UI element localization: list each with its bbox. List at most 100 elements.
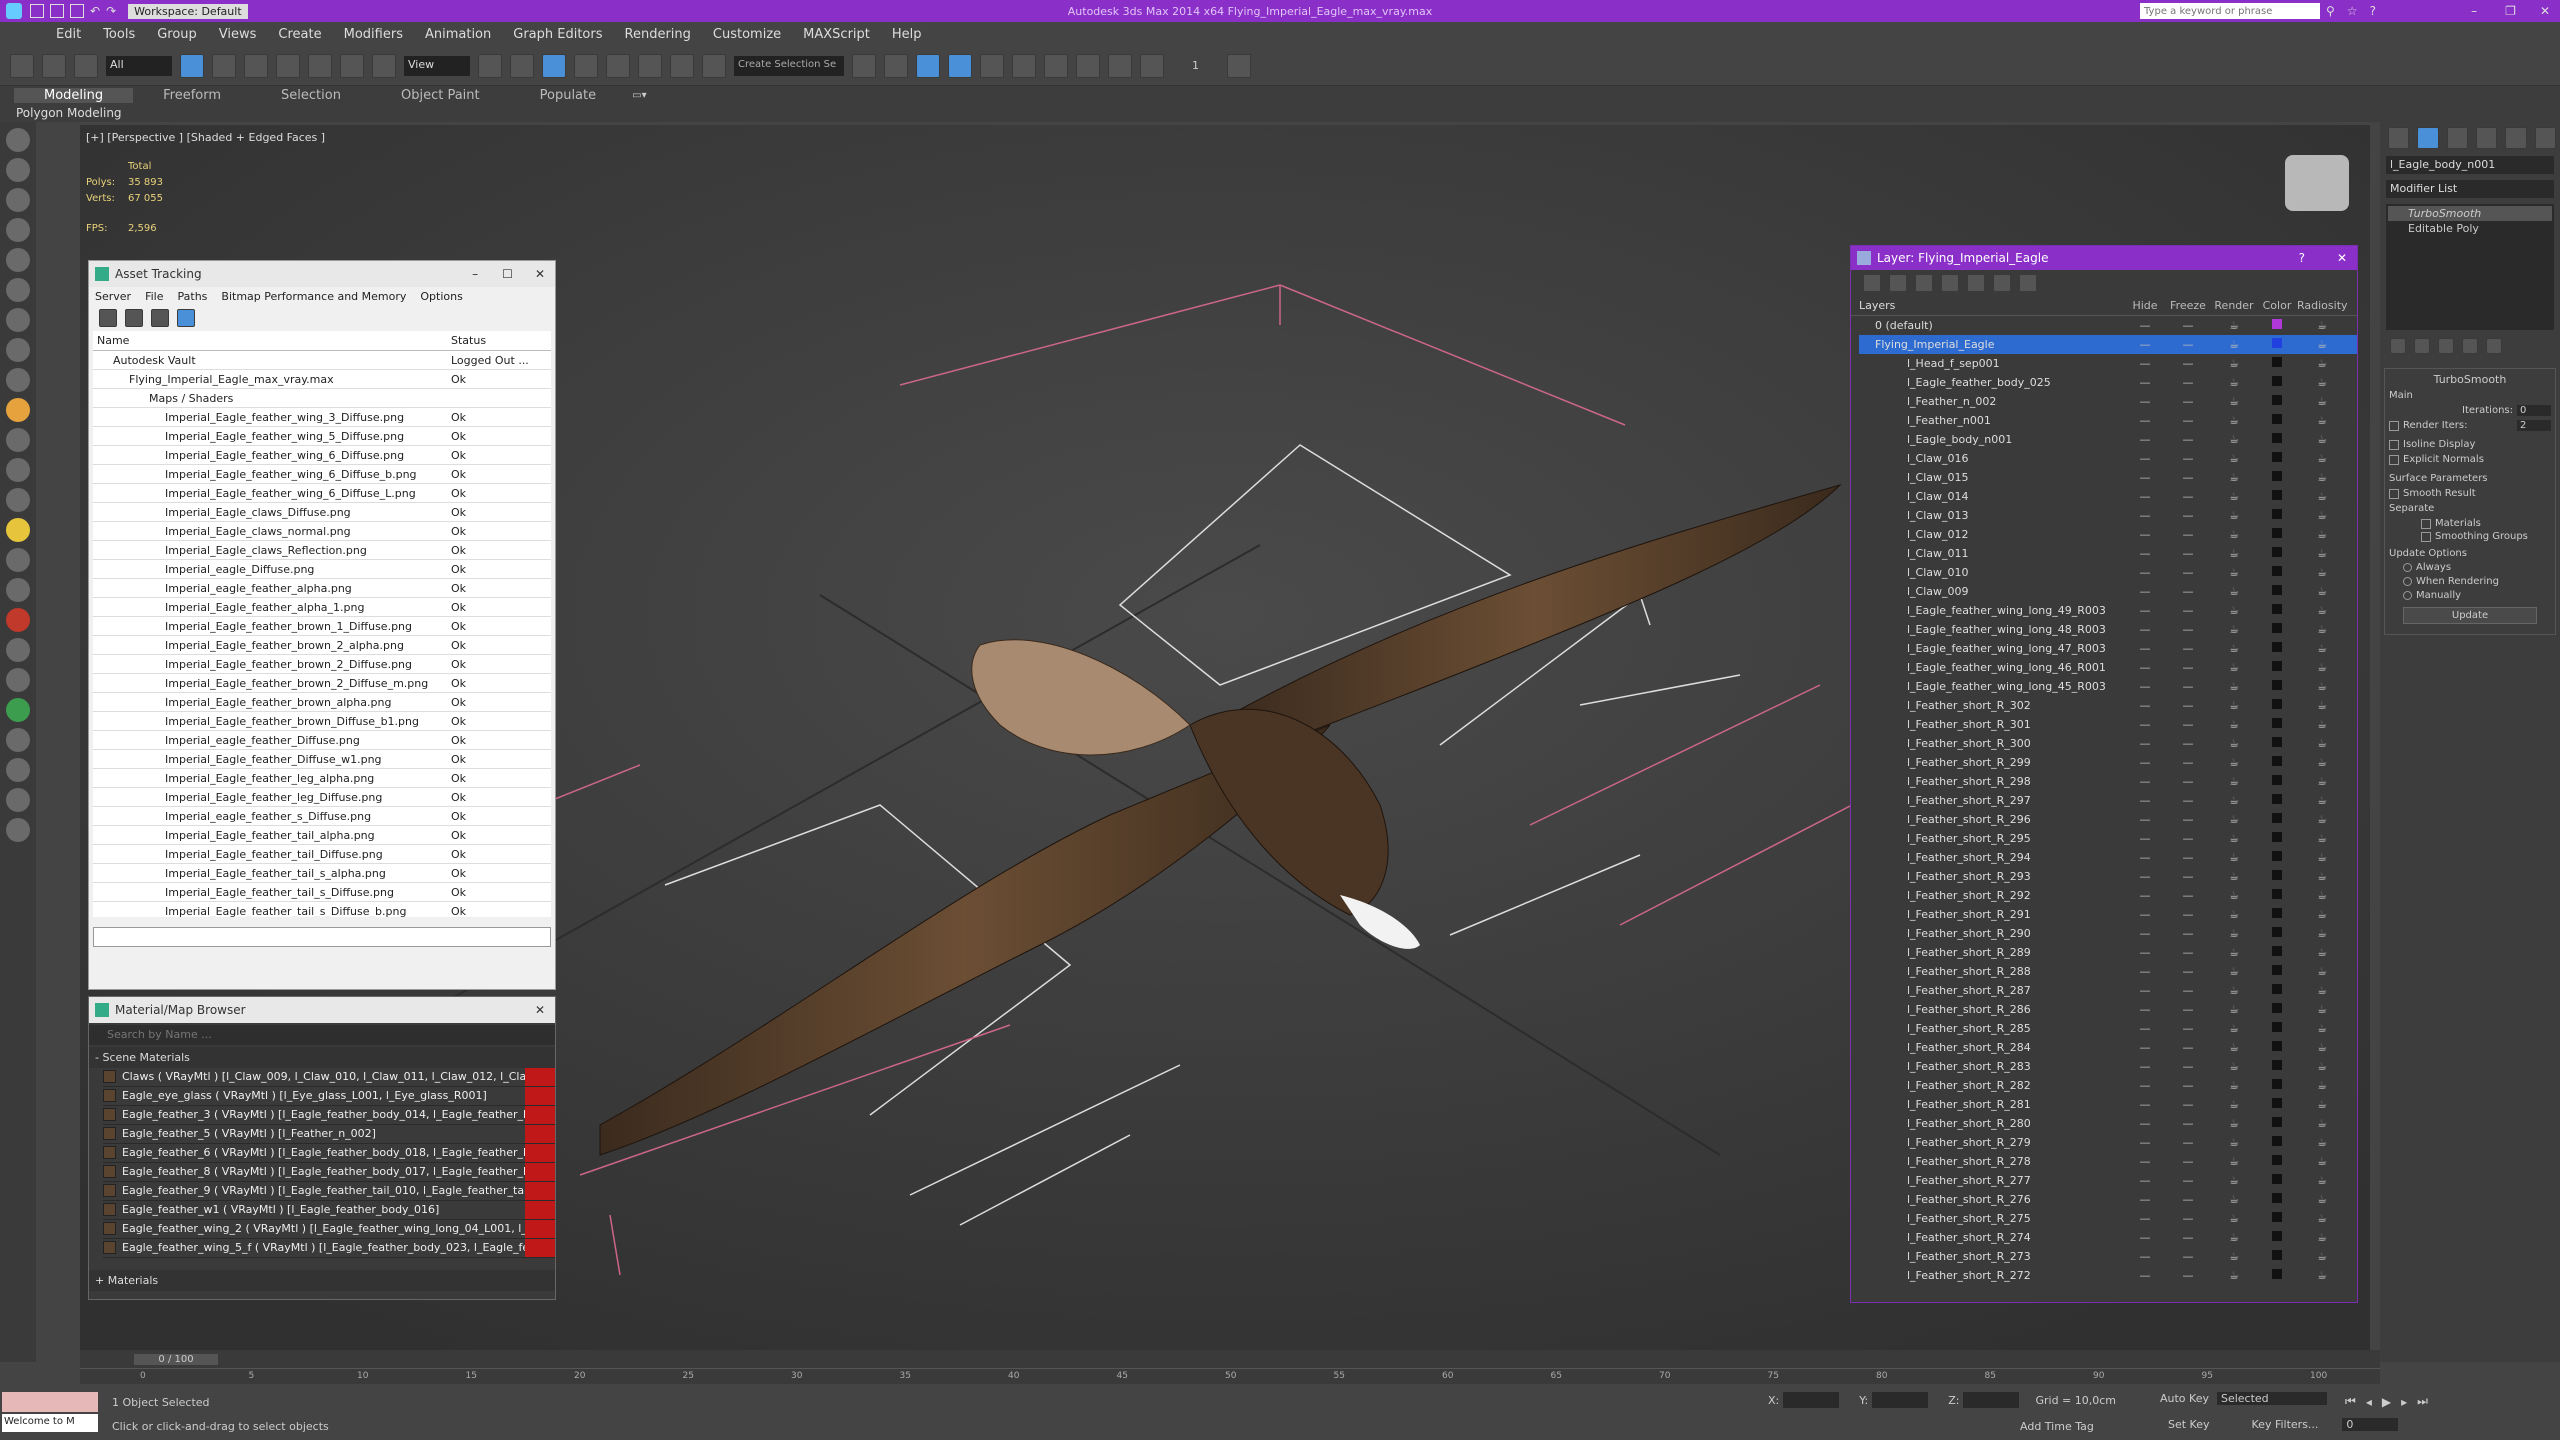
hide-toggle-icon[interactable]: — — [2125, 1171, 2165, 1190]
show-end-result-icon[interactable] — [2414, 338, 2430, 354]
layer-row[interactable]: l_Feather_n_002— — ☕ ☕ — [1859, 392, 2357, 411]
freeze-toggle-icon[interactable]: — — [2165, 753, 2211, 772]
hide-toggle-icon[interactable]: — — [2125, 1095, 2165, 1114]
radiosity-teapot-icon[interactable]: ☕ — [2297, 411, 2347, 430]
hierarchy-tab-icon[interactable] — [2446, 127, 2468, 149]
select-by-name-icon[interactable] — [212, 53, 236, 78]
when-rendering-radio[interactable] — [2403, 577, 2412, 586]
layer-color[interactable] — [2257, 1190, 2297, 1209]
hide-toggle-icon[interactable]: — — [2125, 696, 2165, 715]
radiosity-teapot-icon[interactable]: ☕ — [2297, 848, 2347, 867]
radiosity-teapot-icon[interactable]: ☕ — [2297, 392, 2347, 411]
save-file-icon[interactable] — [70, 4, 84, 18]
material-item[interactable]: Eagle_feather_8 ( VRayMtl ) [l_Eagle_fea… — [103, 1162, 555, 1182]
layer-row[interactable]: l_Feather_short_R_277— — ☕ ☕ — [1859, 1171, 2357, 1190]
layer-row[interactable]: l_Feather_short_R_298— — ☕ ☕ — [1859, 772, 2357, 791]
layer-row[interactable]: l_Head_f_sep001— — ☕ ☕ — [1859, 354, 2357, 373]
left-tool-icon[interactable] — [6, 308, 30, 332]
radiosity-teapot-icon[interactable]: ☕ — [2297, 943, 2347, 962]
render-teapot-icon[interactable]: ☕ — [2211, 658, 2257, 677]
tab-populate[interactable]: Populate — [510, 88, 627, 103]
undo-icon[interactable]: ↶ — [90, 4, 100, 18]
radiosity-teapot-icon[interactable]: ☕ — [2297, 810, 2347, 829]
asset-row[interactable]: Imperial_eagle_feather_alpha.png Ok — [93, 579, 551, 598]
render-teapot-icon[interactable]: ☕ — [2211, 791, 2257, 810]
asset-row[interactable]: Imperial_Eagle_feather_tail_alpha.png Ok — [93, 826, 551, 845]
restore-icon[interactable]: ❐ — [2505, 4, 2516, 18]
layer-row[interactable]: Flying_Imperial_Eagle — — ☕ ☕ — [1859, 335, 2357, 354]
close-icon[interactable]: ✕ — [535, 267, 545, 281]
create-tab-icon[interactable] — [2388, 127, 2410, 149]
render-teapot-icon[interactable]: ☕ — [2211, 1266, 2257, 1285]
hide-toggle-icon[interactable]: — — [2125, 1228, 2165, 1247]
schematic-view-icon[interactable] — [1012, 53, 1036, 78]
material-item[interactable]: Eagle_feather_w1 ( VRayMtl ) [l_Eagle_fe… — [103, 1200, 555, 1220]
bind-space-warp-icon[interactable] — [74, 53, 98, 78]
freeze-toggle-icon[interactable]: — — [2165, 639, 2211, 658]
iterations-spinner[interactable]: 0 — [2517, 405, 2551, 416]
freeze-toggle-icon[interactable]: — — [2165, 677, 2211, 696]
asset-row[interactable]: Imperial_Eagle_feather_tail_s_Diffuse_b.… — [93, 902, 551, 918]
menu-tools[interactable]: Tools — [103, 27, 135, 42]
asset-row[interactable]: Imperial_Eagle_feather_brown_2_Diffuse.p… — [93, 655, 551, 674]
render-teapot-icon[interactable]: ☕ — [2211, 354, 2257, 373]
left-tool-icon[interactable] — [6, 338, 30, 362]
layer-row[interactable]: l_Feather_short_R_276— — ☕ ☕ — [1859, 1190, 2357, 1209]
y-field[interactable] — [1872, 1392, 1929, 1408]
layer-color[interactable] — [2257, 639, 2297, 658]
asset-menu-server[interactable]: Server — [95, 290, 131, 303]
asset-row[interactable]: Imperial_Eagle_feather_wing_6_Diffuse_L.… — [93, 484, 551, 503]
hide-toggle-icon[interactable]: — — [2125, 772, 2165, 791]
col-render[interactable]: Render — [2211, 299, 2257, 312]
hide-toggle-icon[interactable]: — — [2125, 354, 2165, 373]
menu-views[interactable]: Views — [219, 27, 257, 42]
layer-row[interactable]: l_Feather_short_R_272— — ☕ ☕ — [1859, 1266, 2357, 1285]
layer-color[interactable] — [2257, 525, 2297, 544]
freeze-toggle-icon[interactable]: — — [2165, 335, 2211, 354]
layer-color[interactable] — [2257, 734, 2297, 753]
radiosity-teapot-icon[interactable]: ☕ — [2297, 1095, 2347, 1114]
freeze-toggle-icon[interactable]: — — [2165, 962, 2211, 981]
asset-row[interactable]: Imperial_Eagle_feather_wing_5_Diffuse.pn… — [93, 427, 551, 446]
freeze-toggle-icon[interactable]: — — [2165, 620, 2211, 639]
radiosity-teapot-icon[interactable]: ☕ — [2297, 316, 2347, 335]
hide-toggle-icon[interactable]: — — [2125, 658, 2165, 677]
freeze-toggle-icon[interactable]: — — [2165, 373, 2211, 392]
asset-menu-paths[interactable]: Paths — [178, 290, 208, 303]
asset-row[interactable]: Imperial_eagle_feather_Diffuse.png Ok — [93, 731, 551, 750]
menu-customize[interactable]: Customize — [713, 27, 781, 42]
layer-row[interactable]: l_Feather_short_R_297— — ☕ ☕ — [1859, 791, 2357, 810]
asset-row[interactable]: Maps / Shaders — [93, 389, 551, 408]
minimize-icon[interactable]: – — [2471, 4, 2477, 18]
manually-radio[interactable] — [2403, 591, 2412, 600]
render-teapot-icon[interactable]: ☕ — [2211, 867, 2257, 886]
radiosity-teapot-icon[interactable]: ☕ — [2297, 373, 2347, 392]
render-teapot-icon[interactable]: ☕ — [2211, 449, 2257, 468]
col-hide[interactable]: Hide — [2125, 299, 2165, 312]
layer-row[interactable]: l_Feather_short_R_295— — ☕ ☕ — [1859, 829, 2357, 848]
hide-toggle-icon[interactable]: — — [2125, 810, 2165, 829]
radiosity-teapot-icon[interactable]: ☕ — [2297, 1152, 2347, 1171]
layer-row[interactable]: l_Claw_014— — ☕ ☕ — [1859, 487, 2357, 506]
render-teapot-icon[interactable]: ☕ — [2211, 1057, 2257, 1076]
render-teapot-icon[interactable]: ☕ — [2211, 905, 2257, 924]
layer-row[interactable]: l_Feather_short_R_301— — ☕ ☕ — [1859, 715, 2357, 734]
layer-color[interactable] — [2257, 962, 2297, 981]
left-tool-icon[interactable] — [6, 488, 30, 512]
align-icon[interactable] — [884, 53, 908, 78]
layer-color[interactable] — [2257, 335, 2297, 354]
configure-sets-icon[interactable] — [2486, 338, 2502, 354]
asset-row[interactable]: Imperial_eagle_feather_s_Diffuse.png Ok — [93, 807, 551, 826]
layer-color[interactable] — [2257, 1247, 2297, 1266]
asset-row[interactable]: Imperial_Eagle_feather_wing_6_Diffuse.pn… — [93, 446, 551, 465]
layer-color[interactable] — [2257, 658, 2297, 677]
render-teapot-icon[interactable]: ☕ — [2211, 677, 2257, 696]
menu-create[interactable]: Create — [278, 27, 321, 42]
hide-toggle-icon[interactable]: — — [2125, 829, 2165, 848]
layer-color[interactable] — [2257, 905, 2297, 924]
viewport-label[interactable]: [+] [Perspective ] [Shaded + Edged Faces… — [86, 131, 325, 144]
radiosity-teapot-icon[interactable]: ☕ — [2297, 487, 2347, 506]
hide-toggle-icon[interactable]: — — [2125, 1209, 2165, 1228]
radiosity-teapot-icon[interactable]: ☕ — [2297, 981, 2347, 1000]
freeze-toggle-icon[interactable]: — — [2165, 734, 2211, 753]
